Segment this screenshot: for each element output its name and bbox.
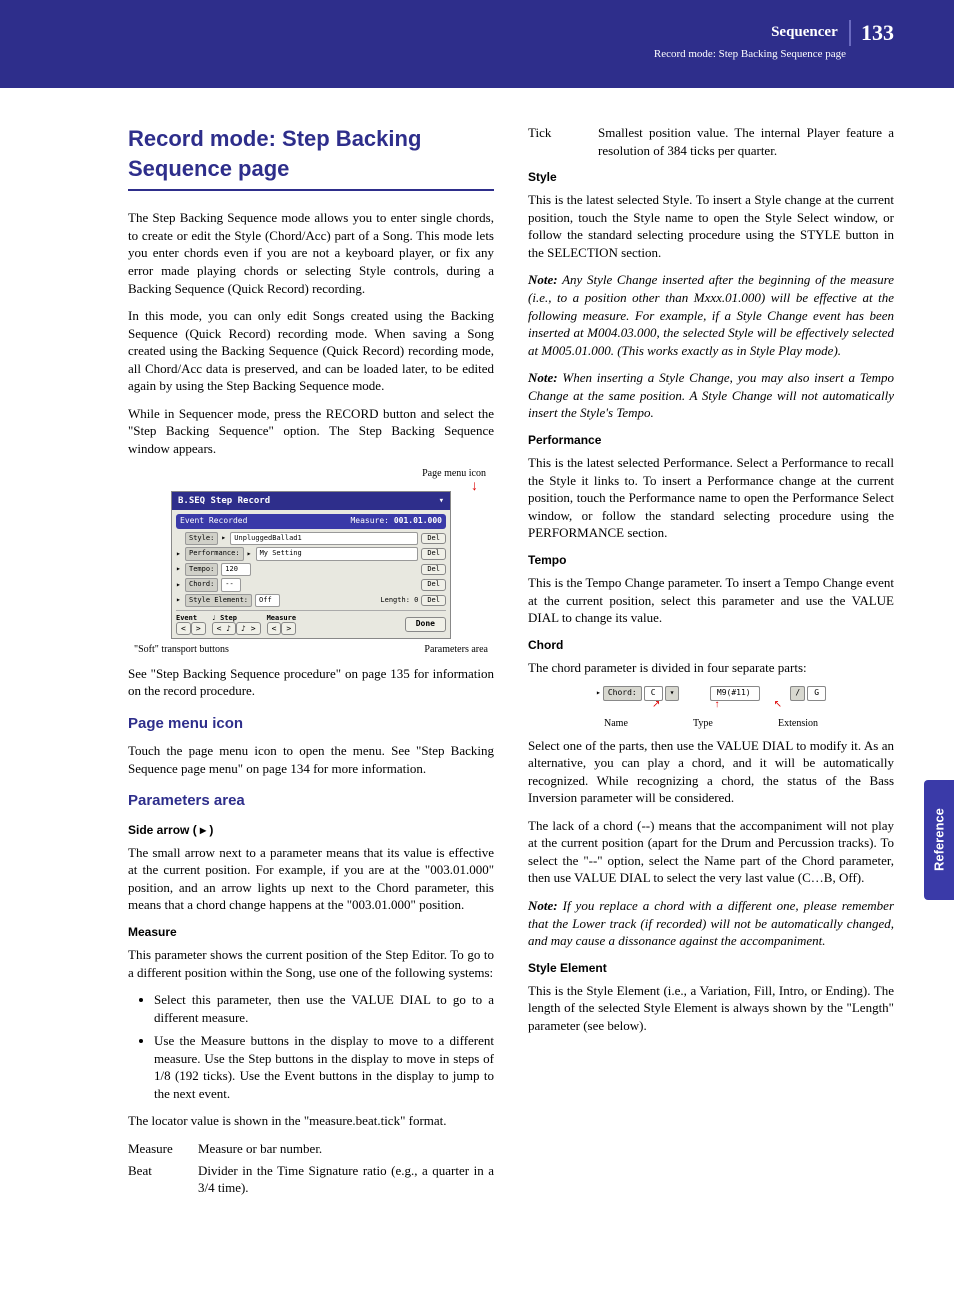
- note-style1: Note: Any Style Change inserted after th…: [528, 271, 894, 359]
- scr-caption-left: "Soft" transport buttons: [134, 643, 229, 657]
- scr-del-btn: Del: [421, 595, 446, 606]
- h3-styleelement: Style Element: [528, 960, 894, 976]
- scr-subheader: Event Recorded Measure: 001.01.000: [176, 514, 446, 529]
- header-subtitle: Record mode: Step Backing Sequence page: [0, 48, 846, 60]
- screenshot-label-pagemenu: Page menu icon: [128, 467, 494, 481]
- chord-type-lbl: Type: [693, 717, 713, 731]
- scr-perf-val: My Setting: [256, 547, 419, 560]
- scr-se-val: Off: [255, 594, 280, 607]
- p-style: This is the latest selected Style. To in…: [528, 191, 894, 261]
- scr-measure-val: 001.01.000: [394, 516, 442, 525]
- measure-list: Select this parameter, then use the VALU…: [128, 991, 494, 1102]
- next-icon: >: [191, 622, 206, 635]
- note-style2: Note: When inserting a Style Change, you…: [528, 369, 894, 422]
- see-ref: See "Step Backing Sequence procedure" on…: [128, 665, 494, 700]
- scr-tempo-val: 120: [221, 563, 251, 576]
- p-measure: This parameter shows the current positio…: [128, 946, 494, 981]
- prev-icon: <: [176, 622, 191, 635]
- chord-lbl: Chord:: [603, 686, 642, 701]
- scr-chord-val: --: [221, 578, 241, 591]
- h3-chord: Chord: [528, 637, 894, 653]
- h2-pagemenu: Page menu icon: [128, 714, 494, 734]
- def-beat-d: Divider in the Time Signature ratio (e.g…: [198, 1162, 494, 1197]
- note-chord: Note: If you replace a chord with a diff…: [528, 897, 894, 950]
- scr-se-lbl: Style Element:: [185, 594, 252, 607]
- page-header: Sequencer 133 Record mode: Step Backing …: [0, 0, 954, 88]
- page-number: 133: [849, 20, 894, 46]
- chord-ext-lbl: Extension: [778, 717, 818, 731]
- step-next-icon: ♪ >: [236, 622, 260, 635]
- scr-titlebar: B.SEQ Step Record ▾: [172, 492, 450, 510]
- page-title: Record mode: Step Backing Sequence page: [128, 124, 494, 191]
- scr-length: Length: 0: [380, 596, 418, 605]
- def-measure-t: Measure: [128, 1140, 198, 1158]
- p-styleelement: This is the Style Element (i.e., a Varia…: [528, 982, 894, 1035]
- meas-prev-icon: <: [267, 622, 282, 635]
- scr-style-lbl: Style:: [185, 532, 218, 545]
- p-locator: The locator value is shown in the "measu…: [128, 1112, 494, 1130]
- arrow-icon: ↓: [128, 483, 494, 491]
- chord-ext-val: G: [807, 686, 826, 701]
- p-chord-select: Select one of the parts, then use the VA…: [528, 737, 894, 807]
- scr-del-btn: Del: [421, 548, 446, 559]
- h3-sidearrow: Side arrow ( ▸ ): [128, 822, 494, 838]
- page-content: Record mode: Step Backing Sequence page …: [0, 88, 954, 1268]
- menu-icon: ▾: [439, 495, 444, 507]
- step-prev-icon: < ♪: [212, 622, 236, 635]
- header-section: Sequencer: [771, 24, 838, 40]
- intro-p2: In this mode, you can only edit Songs cr…: [128, 307, 494, 395]
- scr-tempo-lbl: Tempo:: [185, 563, 218, 576]
- screenshot-figure: Page menu icon ↓ B.SEQ Step Record ▾ Eve…: [128, 467, 494, 656]
- p-sidearrow: The small arrow next to a parameter mean…: [128, 844, 494, 914]
- chord-figure: ▸ Chord: C ▾ M9(#11) / G ↗↑↖ Name Type E…: [596, 686, 826, 730]
- scr-event-recorded: Event Recorded: [180, 516, 247, 527]
- def-measure-d: Measure or bar number.: [198, 1140, 494, 1158]
- scr-caption-right: Parameters area: [424, 643, 488, 657]
- scr-del-btn: Del: [421, 579, 446, 590]
- h3-measure: Measure: [128, 924, 494, 940]
- chord-slash: /: [790, 686, 805, 701]
- meas-next-icon: >: [281, 622, 296, 635]
- p-chord-lack: The lack of a chord (--) means that the …: [528, 817, 894, 887]
- def-tick-t: Tick: [528, 124, 598, 159]
- p-performance: This is the latest selected Performance.…: [528, 454, 894, 542]
- h3-style: Style: [528, 169, 894, 185]
- scr-done-btn: Done: [405, 617, 446, 632]
- def-beat-t: Beat: [128, 1162, 198, 1197]
- p-chord-intro: The chord parameter is divided in four s…: [528, 659, 894, 677]
- intro-p1: The Step Backing Sequence mode allows yo…: [128, 209, 494, 297]
- dropdown-icon: ▾: [665, 686, 680, 701]
- p-tempo: This is the Tempo Change parameter. To i…: [528, 574, 894, 627]
- def-tick-d: Smallest position value. The internal Pl…: [598, 124, 894, 159]
- scr-perf-lbl: Performance:: [185, 547, 244, 560]
- h3-performance: Performance: [528, 432, 894, 448]
- scr-del-btn: Del: [421, 564, 446, 575]
- scr-style-val: UnpluggedBallad1: [230, 532, 418, 545]
- scr-del-btn: Del: [421, 533, 446, 544]
- scr-title-text: B.SEQ Step Record: [178, 495, 270, 507]
- intro-p3: While in Sequencer mode, press the RECOR…: [128, 405, 494, 458]
- scr-chord-lbl: Chord:: [185, 578, 218, 591]
- h3-tempo: Tempo: [528, 552, 894, 568]
- list-item: Use the Measure buttons in the display t…: [154, 1032, 494, 1102]
- chord-name-lbl: Name: [604, 717, 628, 731]
- screenshot-window: B.SEQ Step Record ▾ Event Recorded Measu…: [171, 491, 451, 639]
- scr-measure-lbl: Measure:: [350, 516, 389, 525]
- p-pagemenu: Touch the page menu icon to open the men…: [128, 742, 494, 777]
- h2-params: Parameters area: [128, 791, 494, 811]
- list-item: Select this parameter, then use the VALU…: [154, 991, 494, 1026]
- side-tab-reference: Reference: [924, 780, 954, 900]
